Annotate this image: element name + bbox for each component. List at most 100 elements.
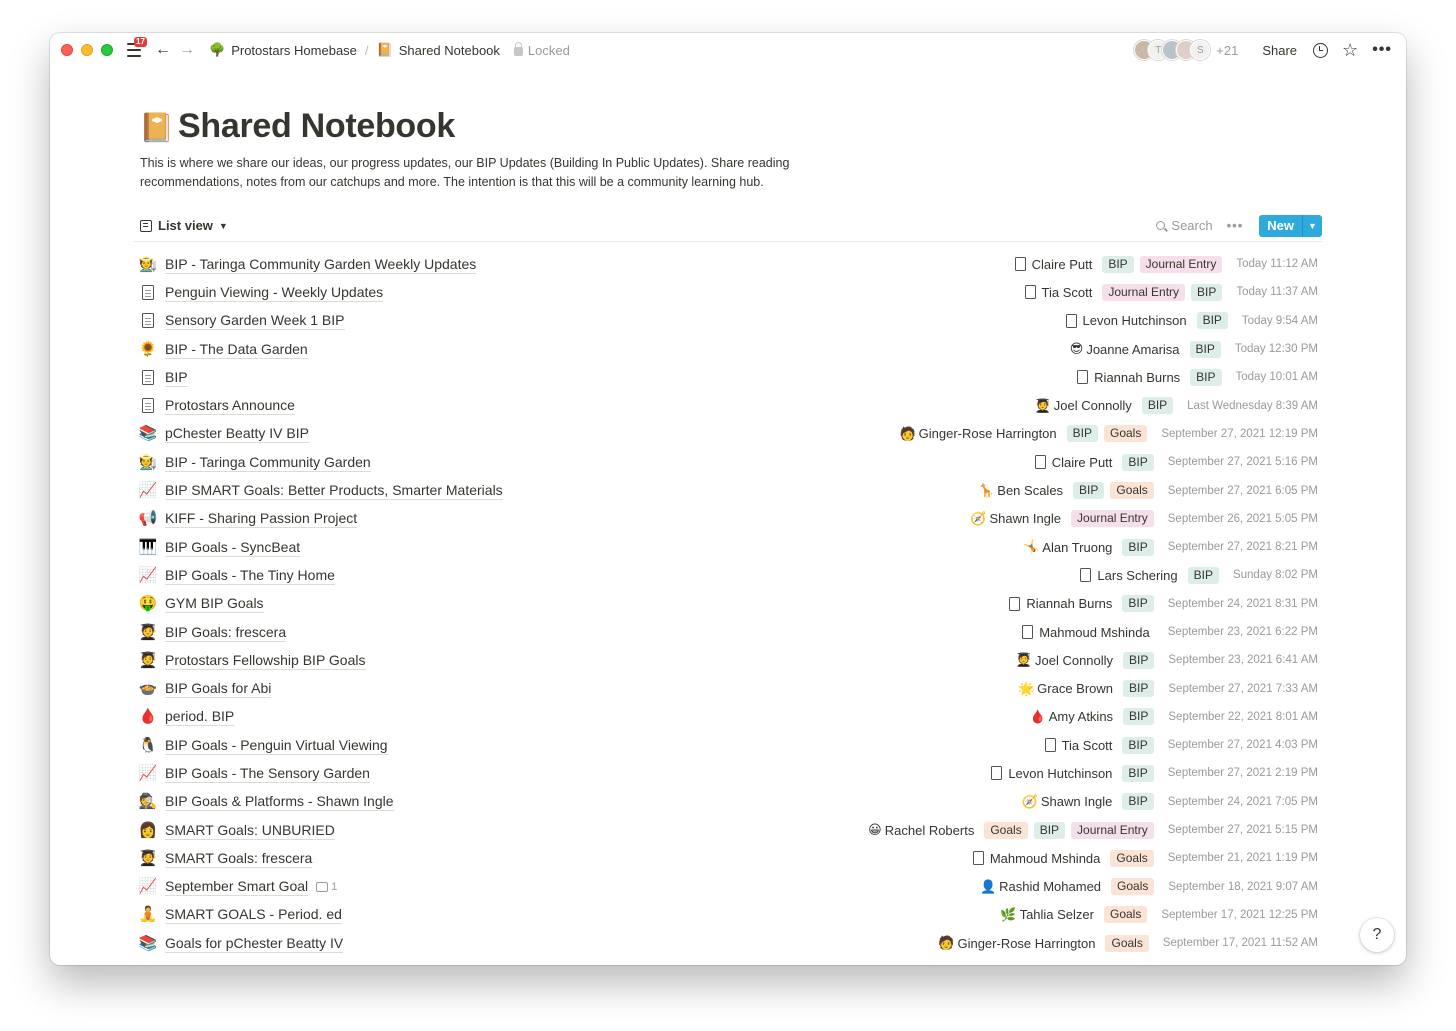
list-item-title[interactable]: GYM BIP Goals: [165, 594, 264, 614]
person-property[interactable]: Levon Hutchinson: [988, 766, 1112, 781]
tag-badge[interactable]: BIP: [1033, 821, 1066, 839]
list-item-main[interactable]: 📢 KIFF - Sharing Passion Project: [138, 509, 358, 529]
list-item-main[interactable]: 📈 BIP Goals - The Sensory Garden: [138, 764, 370, 783]
tag-badge[interactable]: BIP: [1123, 651, 1155, 669]
list-item-main[interactable]: Penguin Viewing - Weekly Updates: [138, 283, 384, 302]
list-item[interactable]: 👩 SMART Goals: UNBURIED 😀 Rachel Roberts Goa…: [134, 816, 1322, 844]
list-item-title[interactable]: Protostars Fellowship BIP Goals: [165, 651, 366, 670]
tag-badge[interactable]: BIP: [1187, 566, 1219, 584]
list-item-main[interactable]: 📈 September Smart Goal 1: [138, 877, 337, 897]
list-item[interactable]: 🧑‍🎓 SMART Goals: frescera Mahmoud Mshinda G…: [134, 844, 1322, 872]
list-item-main[interactable]: Sensory Garden Week 1 BIP: [138, 311, 345, 331]
list-item[interactable]: 📢 KIFF - Sharing Passion Project 🧭 Shawn In…: [134, 505, 1322, 533]
list-item[interactable]: 📈 BIP Goals - The Sensory Garden Levon Hut…: [134, 759, 1322, 787]
tag-badge[interactable]: Goals: [1104, 425, 1148, 443]
locked-indicator[interactable]: Locked: [513, 42, 570, 58]
list-item-title[interactable]: pChester Beatty IV BIP: [165, 424, 309, 444]
page-description[interactable]: This is where we share our ideas, our pr…: [140, 154, 820, 192]
list-item[interactable]: BIP Riannah Burns BIP Today 10:01 AM: [134, 363, 1322, 391]
list-item-title[interactable]: BIP: [165, 368, 188, 387]
list-item-title[interactable]: BIP - The Data Garden: [165, 340, 308, 359]
list-item-main[interactable]: 🌻 BIP - The Data Garden: [138, 340, 308, 359]
list-item-title[interactable]: BIP Goals - SyncBeat: [165, 538, 301, 557]
tag-badge[interactable]: Goals: [984, 821, 1028, 839]
person-property[interactable]: 🩸 Amy Atkins: [1030, 709, 1113, 725]
list-item-title[interactable]: BIP Goals & Platforms - Shawn Ingle: [165, 792, 394, 812]
star-icon[interactable]: ☆: [1342, 41, 1358, 59]
list-item-main[interactable]: 🤑 GYM BIP Goals: [138, 594, 264, 614]
clock-icon[interactable]: [1313, 42, 1329, 58]
list-item-main[interactable]: 📈 BIP Goals - The Tiny Home: [138, 566, 335, 585]
list-item-main[interactable]: 🍲 BIP Goals for Abi: [138, 679, 272, 699]
list-item-main[interactable]: 📚 Goals for pChester Beatty IV: [138, 934, 344, 953]
breadcrumb-item-shared-notebook[interactable]: 📔 Shared Notebook: [377, 42, 500, 58]
maximize-window-button[interactable]: [101, 44, 113, 56]
list-item[interactable]: 📈 BIP Goals - The Tiny Home Lars Schering B…: [134, 561, 1322, 589]
list-item-main[interactable]: 🧑‍🌾 BIP - Taringa Community Garden: [138, 453, 371, 472]
list-item-main[interactable]: 👩 SMART Goals: UNBURIED: [138, 821, 335, 840]
view-selector[interactable]: List view ▼: [140, 218, 228, 233]
view-options-icon[interactable]: •••: [1227, 218, 1244, 233]
chevron-down-icon[interactable]: ▼: [1302, 214, 1322, 237]
list-item-title[interactable]: SMART Goals: frescera: [165, 849, 313, 868]
list-item-title[interactable]: BIP - Taringa Community Garden: [165, 453, 371, 472]
list-item-title[interactable]: period. BIP: [165, 707, 235, 727]
list-item-main[interactable]: BIP: [138, 368, 188, 387]
person-property[interactable]: 🧑‍🎓 Joel Connolly: [1035, 398, 1132, 414]
tag-badge[interactable]: BIP: [1122, 793, 1154, 811]
list-item-title[interactable]: BIP Goals - The Tiny Home: [165, 566, 335, 585]
list-item-title[interactable]: KIFF - Sharing Passion Project: [165, 509, 358, 529]
list-item-title[interactable]: BIP - Taringa Community Garden Weekly Up…: [165, 255, 477, 274]
new-button[interactable]: New ▼: [1259, 214, 1322, 237]
list-item[interactable]: 🍲 BIP Goals for Abi 🌟 Grace Brown BIP Septemb…: [134, 674, 1322, 702]
list-item-main[interactable]: 🧑‍🎓 Protostars Fellowship BIP Goals: [138, 651, 366, 670]
person-property[interactable]: 🦒 Ben Scales: [978, 483, 1063, 499]
tag-badge[interactable]: BIP: [1122, 736, 1154, 754]
list-item-title[interactable]: Penguin Viewing - Weekly Updates: [165, 283, 384, 302]
minimize-window-button[interactable]: [81, 44, 93, 56]
list-item-main[interactable]: 🧑‍🌾 BIP - Taringa Community Garden Weekly…: [138, 255, 477, 274]
person-property[interactable]: 🧑 Ginger-Rose Harrington: [938, 935, 1095, 951]
person-property[interactable]: Claire Putt: [1012, 257, 1092, 272]
list-item[interactable]: 🧑‍🎓 Protostars Fellowship BIP Goals 🧑‍🎓 Joe…: [134, 646, 1322, 674]
person-property[interactable]: Lars Schering: [1077, 568, 1178, 583]
person-property[interactable]: Mahmoud Mshinda: [970, 851, 1100, 866]
close-window-button[interactable]: [61, 44, 73, 56]
person-property[interactable]: 👤 Rashid Mohamed: [980, 879, 1101, 895]
tag-badge[interactable]: Journal Entry: [1139, 255, 1223, 273]
list-item[interactable]: 📚 pChester Beatty IV BIP 🧑 Ginger-Rose Harr…: [134, 420, 1322, 448]
tag-badge[interactable]: BIP: [1102, 255, 1134, 273]
person-property[interactable]: Tia Scott: [1042, 738, 1112, 753]
new-button-label[interactable]: New: [1259, 215, 1302, 237]
tag-badge[interactable]: Journal Entry: [1102, 283, 1186, 301]
list-item-title[interactable]: Protostars Announce: [165, 396, 295, 416]
page-title[interactable]: Shared Notebook: [178, 107, 455, 146]
list-item[interactable]: 🐧 BIP Goals - Penguin Virtual Viewing Tia …: [134, 731, 1322, 759]
tag-badge[interactable]: Journal Entry: [1071, 510, 1154, 528]
list-item[interactable]: 📚 Goals for pChester Beatty IV 🧑 Ginger-Ros…: [134, 929, 1322, 957]
list-item-main[interactable]: 🧑‍🎓 BIP Goals: frescera: [138, 623, 287, 642]
list-item[interactable]: 🧑‍🌾 BIP - Taringa Community Garden Claire …: [134, 448, 1322, 476]
tag-badge[interactable]: BIP: [1196, 312, 1228, 330]
list-item-title[interactable]: Goals for pChester Beatty IV: [165, 934, 344, 953]
person-property[interactable]: Claire Putt: [1032, 455, 1112, 470]
list-item[interactable]: 🕵️ BIP Goals & Platforms - Shawn Ingle 🧭 Sh…: [134, 788, 1322, 816]
tag-badge[interactable]: BIP: [1122, 764, 1154, 782]
collaborator-avatars[interactable]: T S: [1134, 40, 1211, 60]
person-property[interactable]: Mahmoud Mshinda: [1019, 625, 1150, 640]
search-icon[interactable]: [1156, 221, 1166, 230]
list-item-main[interactable]: 📚 pChester Beatty IV BIP: [138, 424, 309, 444]
help-button[interactable]: ?: [1360, 918, 1394, 952]
list-item-main[interactable]: 🐧 BIP Goals - Penguin Virtual Viewing: [138, 736, 388, 755]
list-item-title[interactable]: BIP Goals - Penguin Virtual Viewing: [165, 736, 388, 755]
list-item-main[interactable]: 🩸 period. BIP: [138, 707, 235, 727]
tag-badge[interactable]: BIP: [1073, 482, 1105, 500]
list-item-main[interactable]: 🧑‍🎓 SMART Goals: frescera: [138, 849, 313, 868]
list-item[interactable]: 🎹 BIP Goals - SyncBeat 🤸 Alan Truong BIP Sept…: [134, 533, 1322, 561]
person-property[interactable]: 🧑 Ginger-Rose Harrington: [899, 426, 1056, 442]
person-property[interactable]: Levon Hutchinson: [1063, 313, 1187, 328]
breadcrumb-item-homebase[interactable]: 🌳 Protostars Homebase: [209, 42, 357, 58]
notebook-icon[interactable]: 📔: [139, 111, 174, 144]
list-item[interactable]: 🧘 SMART GOALS - Period. ed 🌿 Tahlia Selzer G…: [134, 901, 1322, 929]
tag-badge[interactable]: BIP: [1066, 425, 1098, 443]
